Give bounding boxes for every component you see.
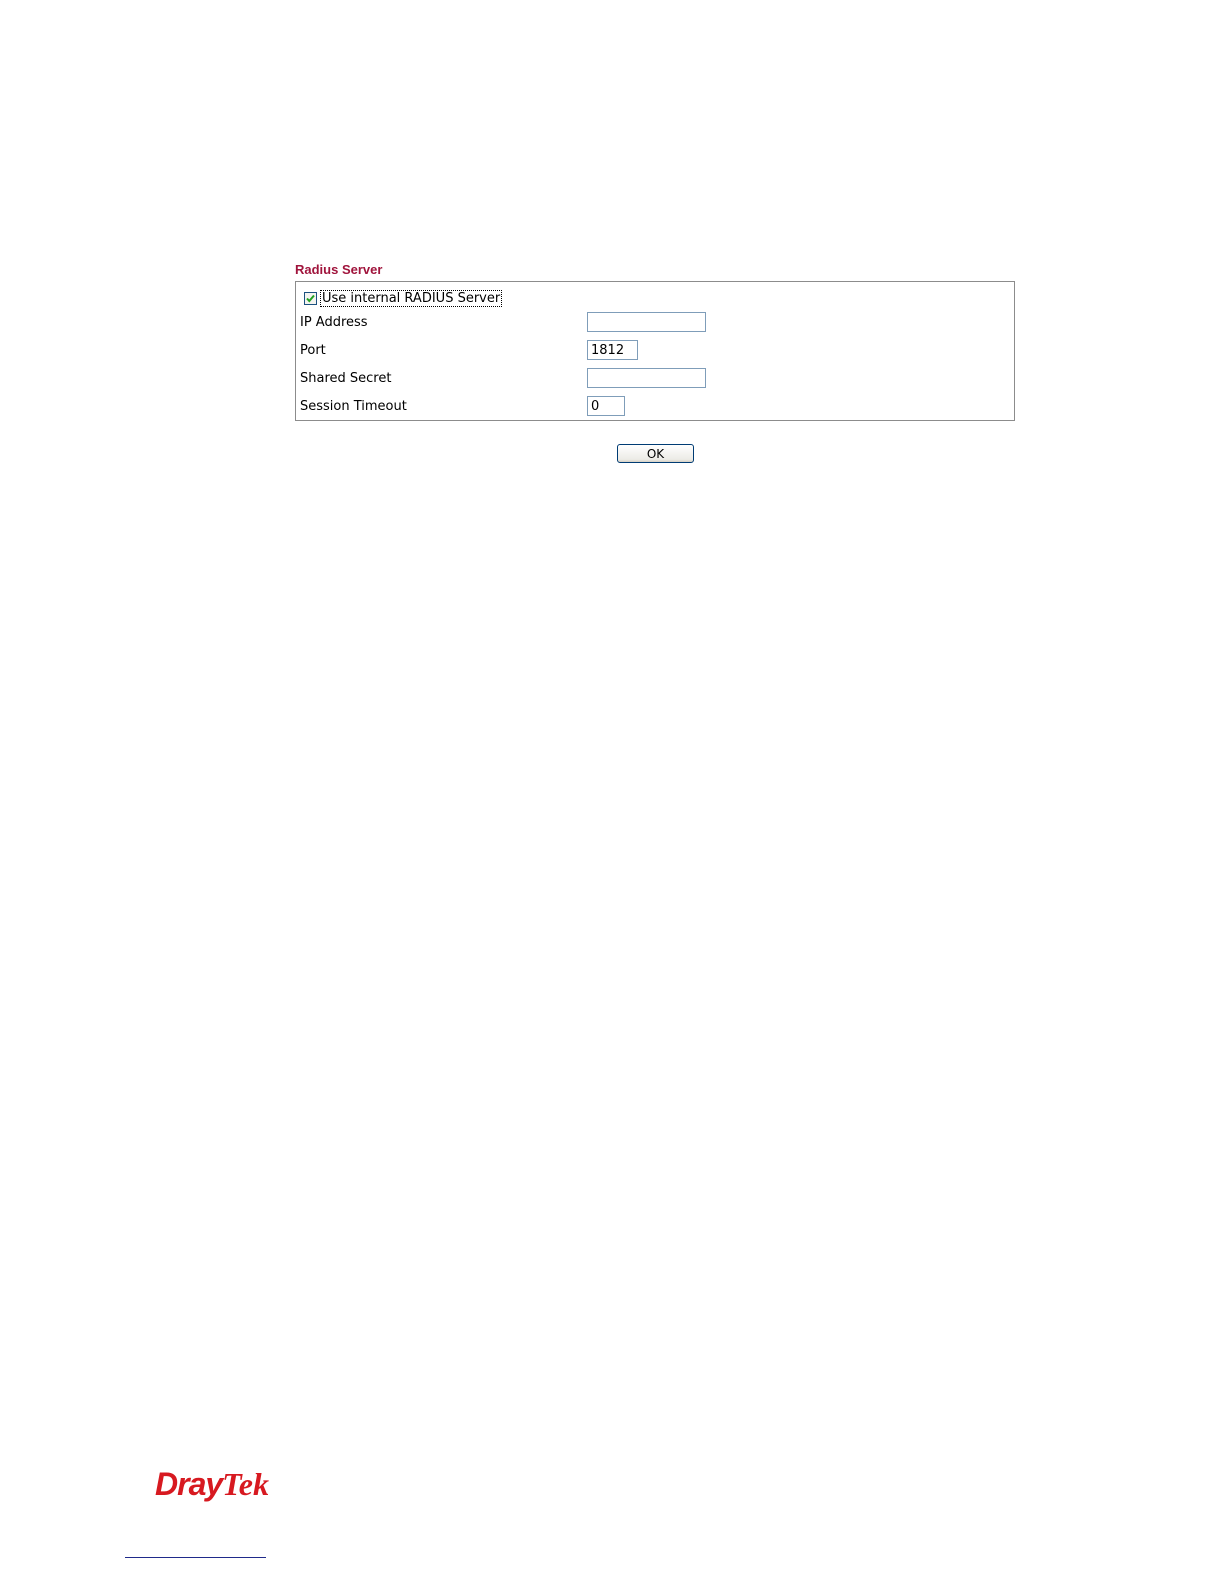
- logo-text-dray: Dray: [155, 1466, 223, 1502]
- shared-secret-label: Shared Secret: [300, 371, 392, 386]
- checkmark-icon: [306, 294, 315, 303]
- shared-secret-input[interactable]: [587, 368, 706, 388]
- port-label: Port: [300, 343, 326, 358]
- section-title: Radius Server: [295, 262, 383, 277]
- shared-secret-row: Shared Secret: [296, 365, 1014, 393]
- logo-text-tek: Tek: [222, 1466, 269, 1502]
- ip-address-input[interactable]: [587, 312, 706, 332]
- ip-address-label: IP Address: [300, 315, 368, 330]
- use-internal-radius-label[interactable]: Use internal RADIUS Server: [320, 289, 503, 307]
- use-internal-radius-option[interactable]: Use internal RADIUS Server: [304, 289, 503, 307]
- use-internal-radius-checkbox[interactable]: [304, 291, 317, 305]
- footer-divider: [125, 1557, 266, 1558]
- ip-address-row: IP Address: [296, 309, 1014, 337]
- draytek-logo: DrayTek: [155, 1466, 269, 1503]
- radius-server-panel: Use internal RADIUS Server IP Address Po…: [295, 281, 1015, 421]
- session-timeout-label: Session Timeout: [300, 399, 407, 414]
- session-timeout-row: Session Timeout: [296, 393, 1014, 421]
- session-timeout-input[interactable]: [587, 396, 625, 416]
- ok-button[interactable]: OK: [617, 444, 694, 463]
- port-row: Port: [296, 337, 1014, 365]
- port-input[interactable]: [587, 340, 638, 360]
